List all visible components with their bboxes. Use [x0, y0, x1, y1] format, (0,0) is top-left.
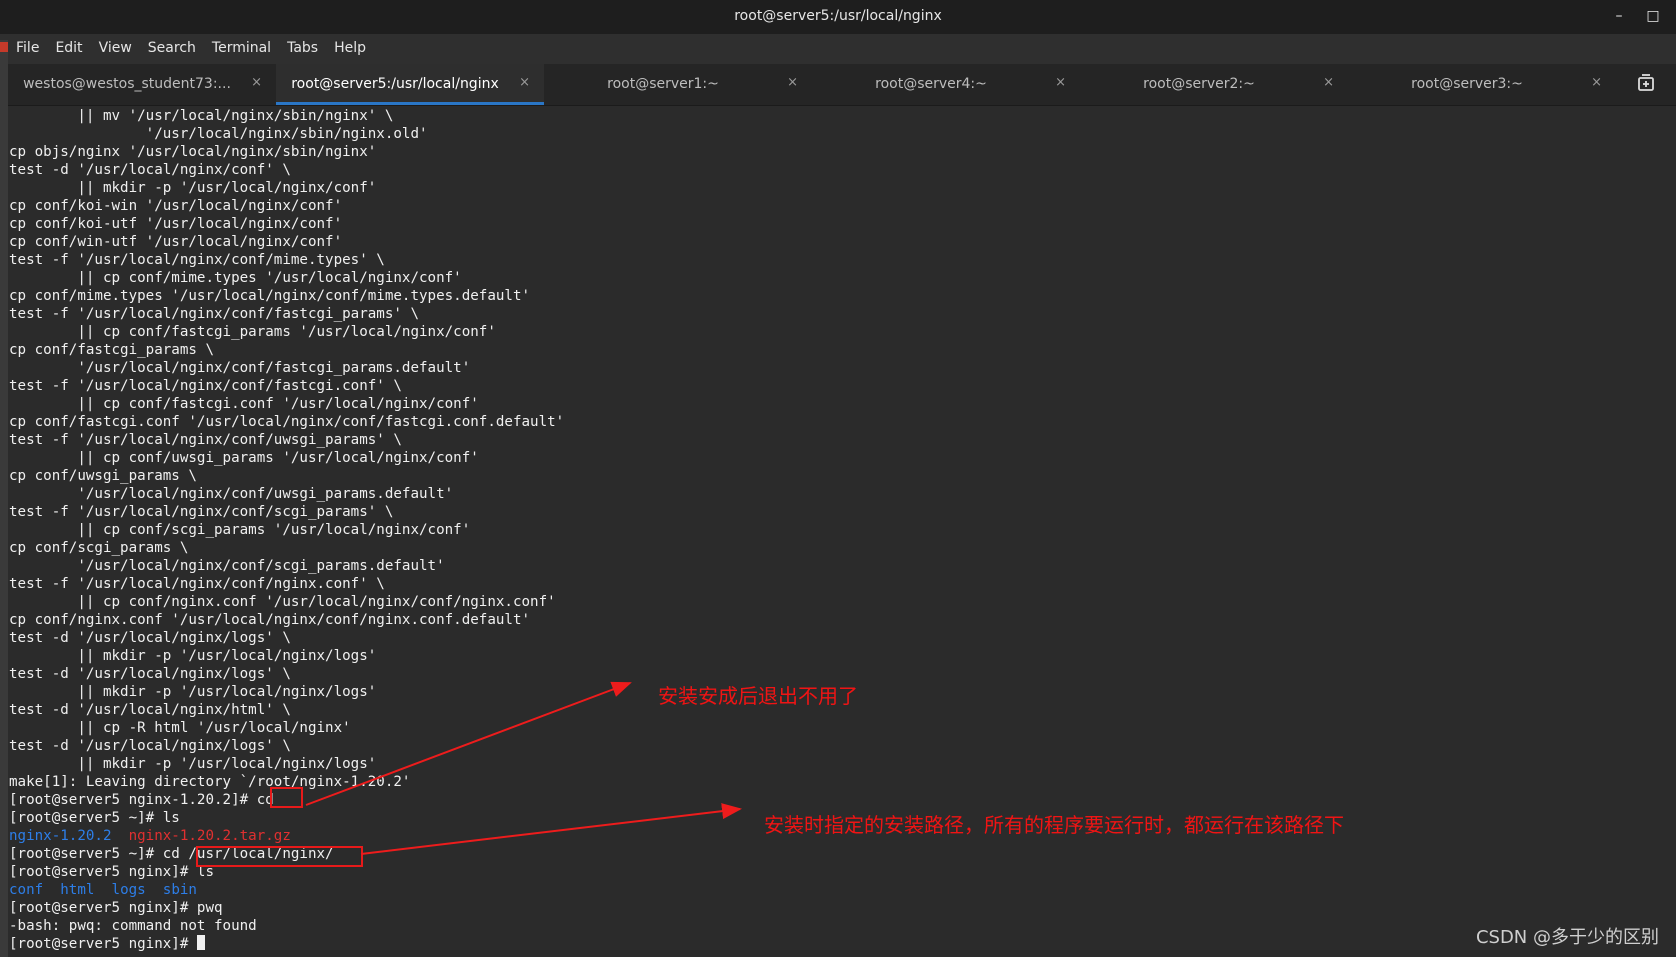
annotation-note-exit: 安装安成后退出不用了	[658, 684, 858, 708]
csdn-watermark: CSDN @多于少的区别	[1475, 927, 1659, 948]
annotation-note-install-path: 安装时指定的安装路径，所有的程序要运行时，都运行在该路径下	[764, 813, 1344, 837]
arrow-to-note1	[305, 681, 632, 806]
arrow-to-note2	[360, 803, 742, 855]
